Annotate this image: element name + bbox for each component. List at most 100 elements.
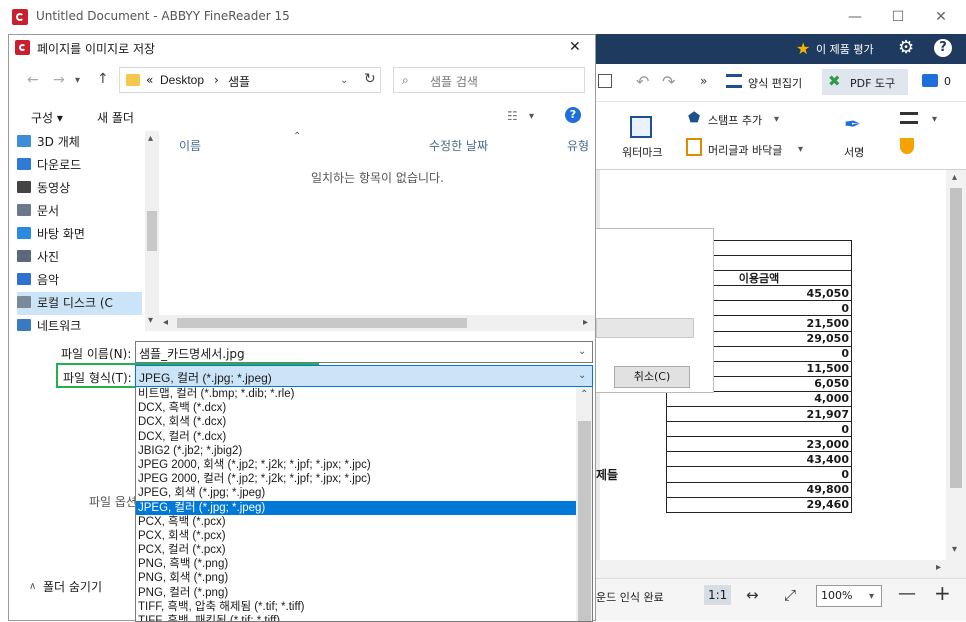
hscroll-right[interactable]: ▸ bbox=[583, 317, 588, 328]
dialog-close-button[interactable]: ✕ bbox=[569, 39, 581, 55]
filetype-option[interactable]: PCX, 흑백 (*.pcx) bbox=[136, 515, 576, 529]
nav-item[interactable]: 음악 bbox=[17, 269, 142, 292]
address-sample[interactable]: 샘플 bbox=[228, 73, 250, 90]
save-icon[interactable] bbox=[598, 74, 612, 88]
document-vertical-scrollbar[interactable]: ▴ ▾ bbox=[946, 170, 966, 570]
back-arrow-icon[interactable]: ← bbox=[27, 72, 39, 88]
cancel-button[interactable]: 취소(C) bbox=[614, 366, 690, 388]
zoom-in-icon[interactable]: + bbox=[934, 581, 951, 605]
filetype-chevron[interactable]: ⌄ bbox=[578, 370, 586, 381]
maximize-button[interactable]: ☐ bbox=[883, 6, 913, 28]
rate-product-link[interactable]: 이 제품 평가 bbox=[816, 41, 874, 57]
filetype-option[interactable]: JPEG 2000, 회색 (*.jp2; *.j2k; *.jpf; *.jp… bbox=[136, 458, 576, 472]
watermark-label[interactable]: 워터마크 bbox=[622, 144, 662, 160]
dropdown-scroll-thumb[interactable] bbox=[578, 421, 591, 621]
add-stamp-chevron[interactable]: ▾ bbox=[774, 114, 779, 125]
nav-scroll-up[interactable]: ▴ bbox=[148, 133, 153, 144]
nav-item[interactable]: 로컬 디스크 (C bbox=[17, 292, 142, 315]
hide-folders-chevron[interactable]: ∧ bbox=[29, 581, 36, 592]
up-arrow-icon[interactable]: ↑ bbox=[97, 71, 109, 87]
dropdown-scroll-up[interactable]: ⌃ bbox=[580, 389, 588, 400]
actual-size-button[interactable]: 1:1 bbox=[704, 585, 732, 605]
nav-scroll-thumb[interactable] bbox=[147, 211, 157, 251]
hscroll-left[interactable]: ◂ bbox=[163, 317, 168, 328]
address-bar[interactable]: « Desktop › 샘플 ⌄ ↻ bbox=[119, 67, 381, 93]
nav-item[interactable]: 다운로드 bbox=[17, 154, 142, 177]
filetype-option[interactable]: JPEG 2000, 컬러 (*.jp2; *.j2k; *.jpf; *.jp… bbox=[136, 472, 576, 486]
signature-icon[interactable]: ✒ bbox=[844, 112, 861, 136]
file-list-hscrollbar[interactable]: ◂ ▸ bbox=[159, 315, 595, 331]
filetype-option[interactable]: JPEG, 컬러 (*.jpg; *.jpeg) bbox=[136, 500, 576, 515]
help-icon[interactable]: ? bbox=[934, 39, 952, 57]
filename-chevron[interactable]: ⌄ bbox=[578, 346, 586, 357]
filetype-option[interactable]: PNG, 흑백 (*.png) bbox=[136, 557, 576, 571]
fit-width-icon[interactable]: ↔ bbox=[746, 586, 759, 604]
column-modified-header[interactable]: 수정한 날짜 bbox=[429, 137, 488, 154]
recent-locations-chevron[interactable]: ▾ bbox=[75, 75, 80, 86]
column-name-header[interactable]: 이름 bbox=[179, 137, 201, 154]
filetype-select[interactable]: JPEG, 컬러 (*.jpg; *.jpeg) ⌄ bbox=[135, 365, 593, 387]
add-stamp-button[interactable]: 스탬프 추가 bbox=[708, 112, 762, 128]
column-type-header[interactable]: 유형 bbox=[567, 137, 589, 154]
forward-arrow-icon[interactable]: → bbox=[53, 72, 65, 88]
nav-item[interactable]: 동영상 bbox=[17, 177, 142, 200]
address-desktop[interactable]: Desktop bbox=[160, 73, 204, 87]
filetype-option[interactable]: TIFF, 흑백, 압축 해제됨 (*.tif; *.tiff) bbox=[136, 600, 576, 614]
nav-item[interactable]: 바탕 화면 bbox=[17, 223, 142, 246]
filetype-option[interactable]: JPEG, 회색 (*.jpg; *.jpeg) bbox=[136, 486, 576, 500]
undo-icon[interactable]: ↶ bbox=[636, 72, 649, 91]
nav-item[interactable]: 문서 bbox=[17, 200, 142, 223]
filetype-option[interactable]: PNG, 회색 (*.png) bbox=[136, 571, 576, 585]
minimize-button[interactable]: — bbox=[840, 6, 870, 28]
nav-item[interactable]: 네트워크 bbox=[17, 315, 142, 338]
align-chevron[interactable]: ▾ bbox=[932, 114, 937, 125]
address-chevron[interactable]: ⌄ bbox=[340, 75, 348, 86]
view-chevron[interactable]: ▾ bbox=[529, 111, 534, 122]
scroll-right-arrow[interactable]: ▸ bbox=[936, 562, 941, 573]
close-window-button[interactable]: ✕ bbox=[926, 6, 956, 28]
hscroll-thumb[interactable] bbox=[177, 318, 467, 328]
new-folder-button[interactable]: 새 폴더 bbox=[97, 109, 134, 126]
filetype-option[interactable]: PCX, 회색 (*.pcx) bbox=[136, 529, 576, 543]
header-footer-button[interactable]: 머리글과 바닥글 bbox=[708, 142, 782, 158]
filetype-option[interactable]: PCX, 컬러 (*.pcx) bbox=[136, 543, 576, 557]
zoom-out-icon[interactable]: — bbox=[898, 583, 916, 604]
scroll-up-arrow[interactable]: ▴ bbox=[952, 172, 957, 183]
filename-input[interactable]: 샘플_카드명세서.jpg ⌄ bbox=[135, 341, 593, 363]
fit-page-icon[interactable]: ⤢ bbox=[784, 586, 796, 604]
more-chevron[interactable]: » bbox=[700, 74, 707, 88]
watermark-icon[interactable] bbox=[630, 116, 652, 138]
refresh-icon[interactable]: ↻ bbox=[364, 71, 376, 87]
gear-icon[interactable]: ⚙ bbox=[898, 37, 914, 58]
shield-icon[interactable] bbox=[900, 138, 914, 154]
view-icon[interactable]: ☷ bbox=[507, 109, 518, 123]
scroll-down-arrow[interactable]: ▾ bbox=[952, 544, 957, 555]
nav-item[interactable]: 3D 개체 bbox=[17, 131, 142, 154]
header-footer-chevron[interactable]: ▾ bbox=[798, 144, 803, 155]
align-icon[interactable] bbox=[900, 112, 918, 124]
help-icon[interactable]: ? bbox=[565, 107, 581, 123]
filetype-option[interactable]: DCX, 회색 (*.dcx) bbox=[136, 415, 576, 429]
filetype-dropdown-list[interactable]: 비트맵, 컬러 (*.bmp; *.dib; *.rle) DCX, 흑백 (*.… bbox=[135, 387, 593, 622]
filetype-option[interactable]: DCX, 컬러 (*.dcx) bbox=[136, 430, 576, 444]
dropdown-scrollbar[interactable]: ⌃ bbox=[576, 387, 592, 621]
form-editor-button[interactable]: 양식 편집기 bbox=[748, 75, 802, 91]
form-editor-icon[interactable] bbox=[726, 74, 742, 88]
document-horizontal-scrollbar[interactable]: ▸ bbox=[596, 560, 966, 578]
organize-button[interactable]: 구성 ▾ bbox=[31, 109, 63, 126]
filetype-option[interactable]: DCX, 흑백 (*.dcx) bbox=[136, 401, 576, 415]
redo-icon[interactable]: ↷ bbox=[662, 72, 675, 91]
pdf-tools-button[interactable]: ✖ PDF 도구 bbox=[822, 69, 908, 95]
filetype-option[interactable]: JBIG2 (*.jb2; *.jbig2) bbox=[136, 444, 576, 458]
filetype-option[interactable]: 비트맵, 컬러 (*.bmp; *.dib; *.rle) bbox=[136, 387, 576, 401]
comment-icon[interactable] bbox=[922, 74, 938, 87]
header-footer-icon[interactable] bbox=[686, 138, 702, 156]
zoom-select[interactable]: 100% ▾ bbox=[816, 585, 882, 607]
stamp-icon[interactable]: ⬟ bbox=[688, 110, 700, 126]
nav-item[interactable]: 사진 bbox=[17, 246, 142, 269]
hide-folders-button[interactable]: 폴더 숨기기 bbox=[43, 578, 102, 595]
search-box[interactable]: ⌕ 샘플 검색 bbox=[393, 67, 585, 93]
nav-scroll-down[interactable]: ▾ bbox=[148, 315, 153, 326]
filetype-option[interactable]: PNG, 컬러 (*.png) bbox=[136, 586, 576, 600]
navigation-scrollbar[interactable]: ▴ ▾ bbox=[145, 131, 159, 331]
